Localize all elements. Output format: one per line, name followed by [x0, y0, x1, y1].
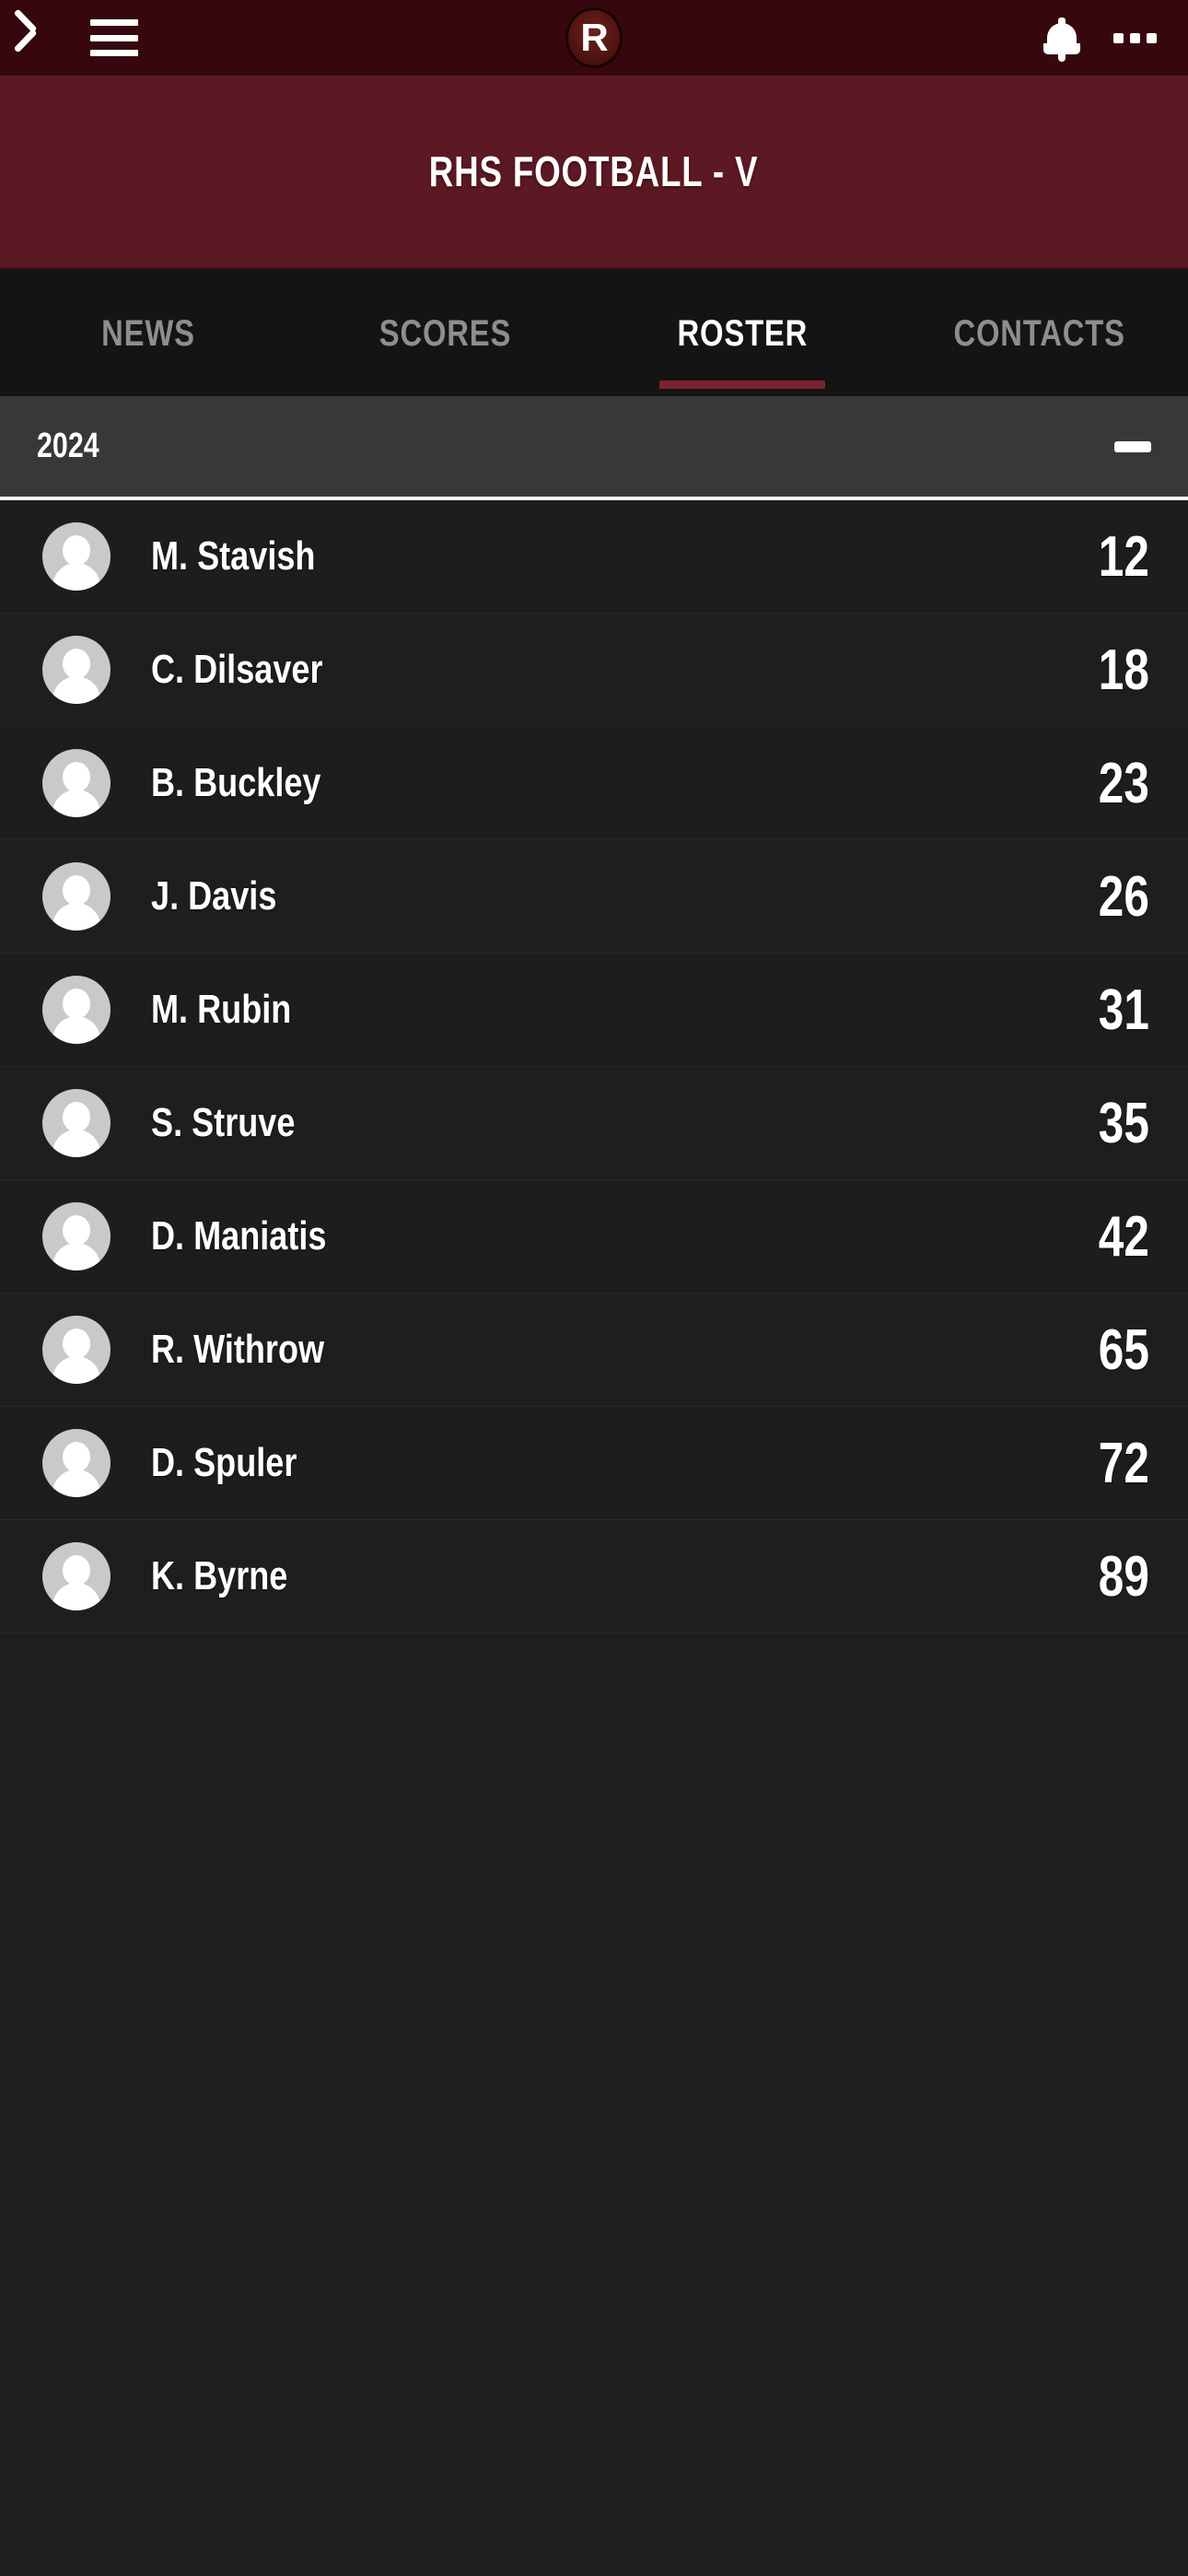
notification-bell-icon[interactable]	[1043, 16, 1080, 62]
minus-icon[interactable]	[1114, 440, 1151, 452]
roster-row[interactable]: M. Stavish 12	[0, 500, 1188, 614]
season-section-header[interactable]: 2024	[0, 396, 1188, 500]
tab-label: CONTACTS	[953, 312, 1125, 354]
player-name: D. Maniatis	[151, 1213, 327, 1259]
tab-label: SCORES	[379, 312, 512, 354]
default-avatar-icon	[42, 1542, 111, 1610]
tab-contacts[interactable]: CONTACTS	[891, 269, 1188, 398]
roster-row[interactable]: S. Struve 35	[0, 1067, 1188, 1180]
player-name: M. Rubin	[151, 987, 292, 1032]
roster-row[interactable]: C. Dilsaver 18	[0, 614, 1188, 727]
roster-row[interactable]: J. Davis 26	[0, 840, 1188, 954]
player-name: M. Stavish	[151, 533, 316, 579]
player-number: 12	[1098, 524, 1149, 589]
roster-row[interactable]: M. Rubin 31	[0, 954, 1188, 1067]
top-bar-right-group	[1043, 16, 1157, 62]
default-avatar-icon	[42, 749, 111, 817]
player-number: 31	[1098, 978, 1149, 1042]
default-avatar-icon	[42, 522, 111, 591]
player-number: 26	[1098, 864, 1149, 929]
top-app-bar: R	[0, 0, 1188, 76]
page-title: RHS FOOTBALL - V	[429, 147, 759, 195]
default-avatar-icon	[42, 636, 111, 704]
player-number: 72	[1098, 1431, 1149, 1495]
default-avatar-icon	[42, 976, 111, 1044]
tab-news[interactable]: NEWS	[0, 269, 297, 398]
more-options-icon[interactable]	[1113, 16, 1157, 60]
hamburger-line	[90, 34, 138, 41]
player-name: C. Dilsaver	[151, 647, 323, 692]
back-chevron-icon[interactable]	[31, 17, 59, 59]
player-number: 89	[1098, 1544, 1149, 1609]
roster-row[interactable]: D. Spuler 72	[0, 1407, 1188, 1520]
tab-roster[interactable]: ROSTER	[594, 269, 891, 398]
tab-bar: NEWS SCORES ROSTER CONTACTS	[0, 267, 1188, 396]
top-bar-left-group	[31, 17, 138, 59]
player-number: 18	[1098, 638, 1149, 702]
tab-label: NEWS	[101, 312, 196, 354]
hamburger-line	[90, 19, 138, 26]
player-number: 23	[1098, 751, 1149, 815]
hamburger-line	[90, 50, 138, 56]
logo-letter: R	[580, 16, 608, 59]
player-name: D. Spuler	[151, 1440, 297, 1485]
player-name: J. Davis	[151, 873, 277, 919]
app-logo[interactable]: R	[565, 7, 623, 68]
tab-label: ROSTER	[677, 312, 809, 354]
default-avatar-icon	[42, 862, 111, 931]
hamburger-menu-icon[interactable]	[90, 19, 138, 56]
tab-scores[interactable]: SCORES	[297, 269, 595, 398]
default-avatar-icon	[42, 1429, 111, 1497]
page-title-bar: RHS FOOTBALL - V	[0, 76, 1188, 267]
player-name: S. Struve	[151, 1100, 296, 1145]
roster-row[interactable]: B. Buckley 23	[0, 727, 1188, 840]
player-name: R. Withrow	[151, 1327, 325, 1372]
season-year-label: 2024	[37, 427, 99, 465]
default-avatar-icon	[42, 1089, 111, 1157]
default-avatar-icon	[42, 1316, 111, 1384]
roster-list: M. Stavish 12 C. Dilsaver 18 B. Buckley 23 J. …	[0, 500, 1188, 1633]
player-number: 42	[1098, 1204, 1149, 1269]
player-name: K. Byrne	[151, 1553, 288, 1598]
roster-row[interactable]: K. Byrne 89	[0, 1520, 1188, 1633]
roster-row[interactable]: R. Withrow 65	[0, 1294, 1188, 1407]
player-number: 65	[1098, 1317, 1149, 1382]
default-avatar-icon	[42, 1202, 111, 1270]
player-number: 35	[1098, 1091, 1149, 1155]
player-name: B. Buckley	[151, 760, 321, 805]
roster-row[interactable]: D. Maniatis 42	[0, 1180, 1188, 1294]
